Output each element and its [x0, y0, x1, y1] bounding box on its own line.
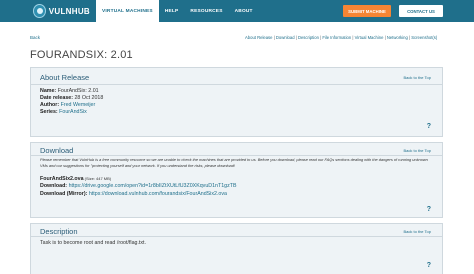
- panel-divider: [31, 84, 442, 85]
- download-title: Download: [40, 146, 74, 155]
- release-date: Date release: 28 Oct 2018: [40, 95, 103, 101]
- file-size: (Size: 447 MB): [83, 176, 112, 181]
- file-name-line: FourAndSix2.ova (Size: 447 MB): [40, 176, 111, 182]
- logo-icon: [33, 4, 46, 18]
- back-to-top-link[interactable]: Back to the Top: [404, 148, 432, 153]
- top-navbar: VULNHUB VIRTUAL MACHINES HELP RESOURCES …: [0, 0, 474, 22]
- help-icon[interactable]: ?: [427, 262, 431, 269]
- download-warning-note: Please remember that VulnHub is a free c…: [40, 157, 428, 168]
- link-virtual-machine[interactable]: Virtual Machine: [355, 35, 384, 40]
- date-label: Date release:: [40, 95, 73, 101]
- panel-divider: [31, 236, 442, 237]
- name-label: Name:: [40, 88, 57, 94]
- link-description[interactable]: Description: [298, 35, 319, 40]
- description-text: Task is to become root and read /root/fl…: [40, 240, 146, 246]
- mirror-label: Download (Mirror):: [40, 191, 88, 197]
- about-release-panel: About Release Back to the Top Name: Four…: [30, 67, 443, 137]
- link-screenshots[interactable]: Screenshot(s): [411, 35, 437, 40]
- help-icon[interactable]: ?: [427, 206, 431, 213]
- vulnhub-logo[interactable]: VULNHUB: [33, 4, 90, 18]
- link-about-release[interactable]: About Release: [245, 35, 272, 40]
- release-series: Series: FourAndSix: [40, 109, 87, 115]
- section-links: About Release | Download | Description |…: [245, 35, 437, 40]
- mirror-url-link[interactable]: https://download.vulnhub.com/fourandsix/…: [89, 191, 227, 197]
- release-name: Name: FourAndSix: 2.01: [40, 88, 99, 94]
- file-name: FourAndSix2.ova: [40, 176, 84, 182]
- nav-help[interactable]: HELP: [159, 0, 185, 22]
- description-panel: Description Back to the Top Task is to b…: [30, 223, 443, 274]
- logo-text: VULNHUB: [48, 6, 90, 16]
- about-release-title: About Release: [40, 73, 90, 82]
- nav-virtual-machines[interactable]: VIRTUAL MACHINES: [96, 0, 159, 22]
- release-author: Author: Fred Wemeijer: [40, 102, 95, 108]
- date-value: 28 Oct 2018: [74, 95, 104, 101]
- author-label: Author:: [40, 102, 60, 108]
- download-panel: Download Back to the Top Please remember…: [30, 142, 443, 218]
- back-to-top-link[interactable]: Back to the Top: [404, 75, 432, 80]
- series-link[interactable]: FourAndSix: [59, 109, 87, 115]
- submit-machine-button[interactable]: SUBMIT MACHINE: [343, 5, 391, 17]
- back-to-top-link[interactable]: Back to the Top: [404, 229, 432, 234]
- mirror-line: Download (Mirror): https://download.vuln…: [40, 191, 227, 197]
- link-download[interactable]: Download: [276, 35, 295, 40]
- page-title: FOURANDSIX: 2.01: [30, 49, 133, 61]
- contact-us-button[interactable]: CONTACT US: [399, 5, 443, 17]
- link-file-information[interactable]: File Information: [322, 35, 351, 40]
- series-label: Series:: [40, 109, 58, 115]
- download-url-link[interactable]: https://drive.google.com/open?id=1r8bIIZ…: [69, 183, 237, 189]
- description-title: Description: [40, 227, 78, 236]
- name-value: FourAndSix: 2.01: [57, 88, 99, 94]
- download-line: Download: https://drive.google.com/open?…: [40, 183, 237, 189]
- link-networking[interactable]: Networking: [387, 35, 408, 40]
- nav-resources[interactable]: RESOURCES: [184, 0, 228, 22]
- download-label: Download:: [40, 183, 68, 189]
- back-link[interactable]: Back: [30, 35, 40, 40]
- author-link[interactable]: Fred Wemeijer: [61, 102, 96, 108]
- nav-about[interactable]: ABOUT: [229, 0, 259, 22]
- help-icon[interactable]: ?: [427, 123, 431, 130]
- main-nav: VIRTUAL MACHINES HELP RESOURCES ABOUT: [96, 0, 259, 22]
- panel-divider: [31, 155, 442, 156]
